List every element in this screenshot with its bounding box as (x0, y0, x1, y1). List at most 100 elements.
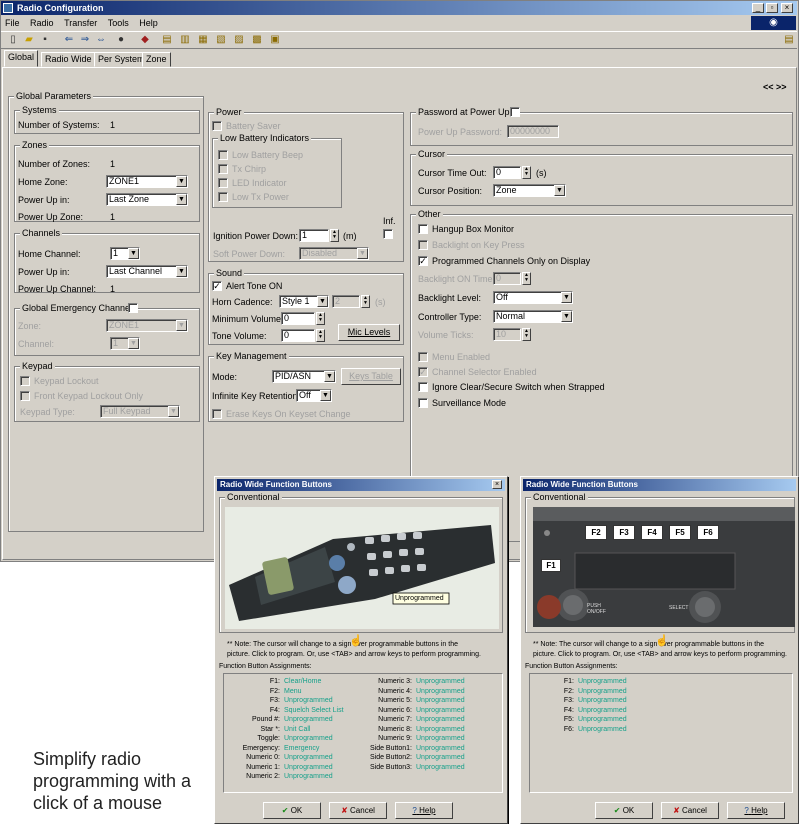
phone-tool-icon[interactable]: ▣ (268, 34, 282, 46)
assign-value[interactable]: Unprogrammed (416, 706, 465, 716)
infinite-checkbox[interactable] (383, 229, 393, 239)
mode-select[interactable]: PID/ASN ▼ (272, 370, 336, 383)
tone-volume-input[interactable]: 0 (281, 329, 315, 342)
assign-value[interactable]: Unprogrammed (284, 753, 333, 763)
minimum-volume-input[interactable]: 0 (281, 312, 315, 325)
horn-time-input[interactable]: 2 (332, 295, 360, 308)
assign-value[interactable]: Unprogrammed (416, 687, 465, 697)
maximize-button[interactable]: ▫ (766, 3, 778, 13)
minimum-volume-spinner-icon[interactable]: ▲ ▼ (316, 312, 325, 325)
dialog1-ok-button[interactable]: ✔ OK (263, 802, 321, 819)
assign-value[interactable]: Unprogrammed (578, 725, 627, 735)
portable-radio-image[interactable] (225, 507, 499, 629)
power-up-password-input[interactable]: 00000000 (507, 125, 559, 138)
assign-value[interactable]: Unprogrammed (578, 696, 627, 706)
menu-enabled-checkbox[interactable] (418, 352, 428, 362)
tab-radio-wide[interactable]: Radio Wide (41, 52, 96, 67)
dialog2-help-button[interactable]: ? Help (727, 802, 785, 819)
dialog1-close-icon[interactable]: × (492, 480, 502, 489)
f3-key[interactable]: F3 (613, 525, 635, 540)
erase-keys-checkbox[interactable] (212, 409, 222, 419)
assign-value[interactable]: Unprogrammed (578, 677, 627, 687)
programmed-only-checkbox[interactable]: ✓ (418, 256, 428, 266)
assign-value[interactable]: Unprogrammed (416, 763, 465, 773)
menu-transfer[interactable]: Transfer (64, 18, 97, 28)
assign-value[interactable]: Unprogrammed (416, 696, 465, 706)
dialog1-cancel-button[interactable]: ✘ Cancel (329, 802, 387, 819)
dialog2-ok-button[interactable]: ✔ OK (595, 802, 653, 819)
clone-radio-icon[interactable]: ⇔ (94, 34, 108, 46)
tab-global[interactable]: Global (4, 50, 39, 67)
dialog2-cancel-button[interactable]: ✘ Cancel (661, 802, 719, 819)
surveillance-checkbox[interactable] (418, 398, 428, 408)
channel-selector-checkbox[interactable]: ✓ (418, 367, 428, 377)
nav-arrows[interactable]: << >> (763, 82, 787, 92)
tone-volume-spinner-icon[interactable]: ▲ ▼ (316, 329, 325, 342)
backlight-level-select[interactable]: Off ▼ (493, 291, 573, 304)
assign-value[interactable]: Menu (284, 687, 302, 697)
hangup-checkbox[interactable] (418, 224, 428, 234)
controller-type-select[interactable]: Normal ▼ (493, 310, 573, 323)
assign-value[interactable]: Unprogrammed (284, 763, 333, 773)
key-retention-select[interactable]: Off ▼ (296, 389, 332, 402)
list-tool-icon[interactable]: ▨ (232, 34, 246, 46)
soft-power-down-select[interactable]: Disabled ▼ (299, 247, 369, 260)
emergency-channel-checkbox[interactable] (128, 303, 138, 313)
assign-value[interactable]: Unprogrammed (284, 772, 333, 782)
assign-value[interactable]: Unprogrammed (284, 734, 333, 744)
battery-saver-checkbox[interactable] (212, 121, 222, 131)
system-tool-icon[interactable]: ▦ (196, 34, 210, 46)
channel-tool-icon[interactable]: ▥ (178, 34, 192, 46)
dialog1-help-button[interactable]: ? Help (395, 802, 453, 819)
save-icon[interactable]: ▪ (38, 34, 52, 46)
volume-ticks-spinner-icon[interactable]: ▲ ▼ (522, 328, 531, 341)
scan-tool-icon[interactable]: ▧ (214, 34, 228, 46)
assign-value[interactable]: Squelch Select List (284, 706, 344, 716)
assign-value[interactable]: Unit Call (284, 725, 310, 735)
tab-zone[interactable]: Zone (142, 52, 171, 67)
password-checkbox[interactable] (510, 107, 520, 117)
backlight-keypress-checkbox[interactable] (418, 240, 428, 250)
menu-file[interactable]: File (5, 18, 20, 28)
read-radio-icon[interactable]: ⇐ (62, 34, 76, 46)
assign-value[interactable]: Unprogrammed (416, 725, 465, 735)
assign-value[interactable]: Unprogrammed (578, 687, 627, 697)
f6-key[interactable]: F6 (697, 525, 719, 540)
ignition-spinner-icon[interactable]: ▲ ▼ (330, 229, 339, 242)
mic-levels-button[interactable]: Mic Levels (338, 324, 400, 341)
horn-cadence-select[interactable]: Style 1 ▼ (279, 295, 329, 308)
zone-power-up-in-select[interactable]: Last Zone ▼ (106, 193, 188, 206)
tab-per-system[interactable]: Per System (94, 52, 149, 67)
front-keypad-lockout-checkbox[interactable] (20, 391, 30, 401)
low-tx-power-checkbox[interactable] (218, 192, 228, 202)
menu-help[interactable]: Help (139, 18, 158, 28)
keypad-lockout-checkbox[interactable] (20, 376, 30, 386)
channel-power-up-in-select[interactable]: Last Channel ▼ (106, 265, 188, 278)
assign-value[interactable]: Unprogrammed (416, 744, 465, 754)
keys-table-button[interactable]: Keys Table (341, 368, 401, 385)
emergency-zone-select[interactable]: ZONE1 ▼ (106, 319, 188, 332)
assign-value[interactable]: Unprogrammed (416, 715, 465, 725)
f4-key[interactable]: F4 (641, 525, 663, 540)
new-file-icon[interactable]: ▯ (6, 34, 20, 46)
assign-value[interactable]: Unprogrammed (578, 715, 627, 725)
menu-tools[interactable]: Tools (108, 18, 129, 28)
assign-value[interactable]: Unprogrammed (284, 715, 333, 725)
horn-time-spinner-icon[interactable]: ▲ ▼ (361, 295, 370, 308)
assign-value[interactable]: Unprogrammed (416, 753, 465, 763)
low-battery-beep-checkbox[interactable] (218, 150, 228, 160)
cursor-timeout-input[interactable]: 0 (493, 166, 521, 179)
f1-key[interactable]: F1 (541, 559, 561, 572)
cursor-position-select[interactable]: Zone ▼ (493, 184, 566, 197)
cursor-timeout-spinner-icon[interactable]: ▲ ▼ (522, 166, 531, 179)
assign-value[interactable]: Clear/Home (284, 677, 321, 687)
options-icon[interactable]: ▤ (782, 34, 796, 46)
tool-icon[interactable]: ◆ (138, 34, 152, 46)
assign-value[interactable]: Emergency (284, 744, 319, 754)
volume-ticks-input[interactable]: 10 (493, 328, 521, 341)
assign-value[interactable]: Unprogrammed (578, 706, 627, 716)
ignition-power-down-input[interactable]: 1 (299, 229, 329, 242)
backlight-time-input[interactable]: 0 (493, 272, 521, 285)
tx-chirp-checkbox[interactable] (218, 164, 228, 174)
menu-radio[interactable]: Radio (30, 18, 54, 28)
